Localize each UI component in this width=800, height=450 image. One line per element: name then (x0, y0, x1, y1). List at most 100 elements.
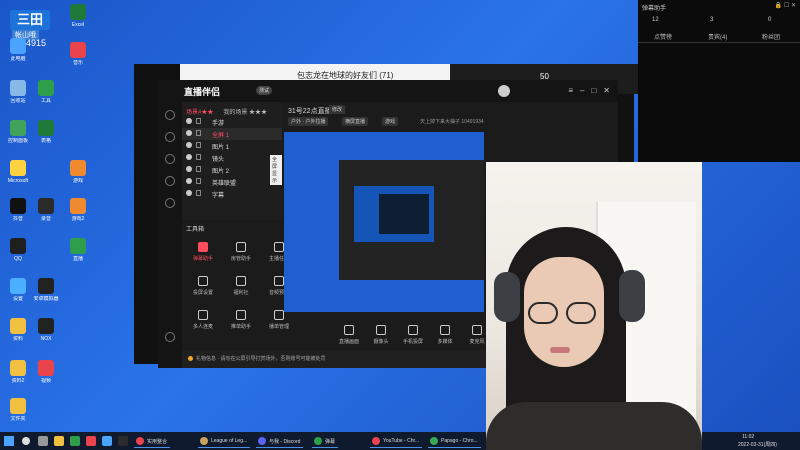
tool-button[interactable]: 投屏设置 (188, 276, 218, 296)
taskbar-item-label: League of Leg... (211, 438, 248, 444)
tab-scene-2[interactable]: 我的场景 ★★★ (223, 107, 267, 116)
taskbar-item[interactable]: YouTube - Chr... (370, 435, 423, 448)
desktop-icon[interactable]: 表格 (32, 120, 60, 144)
desktop-icon[interactable]: 抖音 (4, 198, 32, 222)
desktop-icon[interactable]: 资料 (4, 318, 32, 342)
tool-icon (274, 276, 284, 286)
source-row[interactable]: 英雄联盟 (182, 176, 282, 188)
close-icon[interactable]: ✕ (603, 86, 610, 95)
bottom-tool-button[interactable]: 手机投屏 (402, 325, 424, 345)
eye-icon[interactable] (186, 190, 192, 196)
eye-icon[interactable] (186, 154, 192, 160)
minimize-icon[interactable]: – (580, 86, 584, 95)
desktop-icon[interactable]: 视频 (32, 360, 60, 384)
taskbar-item[interactable]: 实用整合 (134, 435, 171, 448)
source-row[interactable]: 镜头 (182, 152, 282, 164)
panel-controls[interactable]: 🔒 ☐ ✕ (775, 2, 796, 9)
desktop-icon[interactable]: 此电脑 (4, 38, 32, 62)
source-row[interactable]: 图片 2 (182, 164, 282, 176)
category-pill[interactable]: 户外 · 户外拉播 (288, 117, 329, 126)
tab-fans[interactable]: 粉丝团 (762, 32, 780, 41)
app-icon (10, 160, 26, 176)
taskbar-item[interactable]: 与我 - Discord (256, 435, 304, 448)
eye-icon[interactable] (186, 178, 192, 184)
tool-button[interactable]: 福利社 (226, 276, 256, 296)
app2-icon[interactable] (86, 436, 96, 446)
maximize-icon[interactable]: □ (591, 86, 596, 95)
avatar[interactable] (498, 85, 510, 97)
lock-icon[interactable] (196, 130, 201, 136)
lock-icon[interactable] (196, 154, 201, 160)
mode-pill[interactable]: 横屏直播 (342, 117, 369, 126)
bottom-tool-icon (472, 325, 482, 335)
taskbar-item[interactable]: 弹幕 (312, 435, 339, 448)
gift-icon[interactable] (165, 154, 175, 164)
desktop-icon[interactable]: 安卓模拟器 (32, 278, 60, 302)
bottom-tool-button[interactable]: 直播画面 (338, 325, 360, 345)
search-icon[interactable] (22, 437, 30, 445)
lock-icon[interactable] (196, 166, 201, 172)
eye-icon[interactable] (186, 130, 192, 136)
clock-date[interactable]: 2022-03-31(周四) (738, 441, 777, 448)
chart-icon[interactable] (165, 176, 175, 186)
taskbar-item[interactable]: Papago - Chro... (428, 435, 481, 448)
tool-button[interactable]: 弹幕助手 (188, 242, 218, 262)
tab-scene-1[interactable]: 场景#★★ (186, 107, 213, 116)
lock-icon[interactable] (196, 190, 201, 196)
taskbar-item[interactable]: League of Leg... (198, 435, 251, 448)
app-icon (38, 278, 54, 294)
tab-likes[interactable]: 点赞榜 (654, 32, 672, 41)
notice-text: 礼物信息 · 请勿在公屏引导打赏场外，否则账号可能被处罚 (196, 356, 326, 362)
desktop-icon[interactable]: 录音 (32, 198, 60, 222)
source-row[interactable]: 字幕 (182, 188, 282, 200)
desktop-icon[interactable]: 设置 (4, 278, 32, 302)
lock-icon[interactable] (196, 118, 201, 124)
desktop-icon[interactable]: 文件夹 (4, 398, 32, 422)
app-icon[interactable] (70, 436, 80, 446)
desktop-icon[interactable]: 回收站 (4, 80, 32, 104)
app4-icon[interactable] (118, 436, 128, 446)
settings-icon[interactable] (165, 198, 175, 208)
source-row[interactable]: 全屏 1 (182, 128, 282, 140)
tab-vip[interactable]: 贵宾(4) (708, 32, 727, 41)
desktop-icon[interactable]: 直播 (64, 238, 92, 262)
app3-icon[interactable] (102, 436, 112, 446)
desktop-icon[interactable]: QQ (4, 238, 32, 262)
edit-button[interactable]: 修改 (329, 105, 346, 114)
menu-icon[interactable]: ≡ (568, 86, 573, 95)
bottom-tool-button[interactable]: 多媒体 (434, 325, 456, 345)
bottom-toolbar: 直播画面 摄像头 手机投屏 多媒体 麦克风 (338, 325, 488, 345)
user-icon[interactable] (165, 132, 175, 142)
tool-button[interactable]: 多人连麦 (188, 310, 218, 330)
clock-time[interactable]: 11:02 (742, 434, 754, 440)
task-view-icon[interactable] (38, 436, 48, 446)
lock-icon[interactable] (196, 178, 201, 184)
desktop-icon[interactable]: NOX (32, 318, 60, 342)
desktop-icon[interactable]: Microsoft (4, 160, 32, 184)
explorer-icon[interactable] (54, 436, 64, 446)
desktop-icon[interactable]: 游戏2 (64, 198, 92, 222)
desktop-icon[interactable]: 音乐 (64, 42, 92, 66)
desktop-icon[interactable]: Excel (64, 4, 92, 28)
bottom-tool-button[interactable]: 摄像头 (370, 325, 392, 345)
desktop-icon[interactable]: 游戏 (64, 160, 92, 184)
tool-button[interactable]: 播单管理 (264, 310, 294, 330)
start-icon[interactable] (4, 436, 14, 446)
eye-icon[interactable] (186, 118, 192, 124)
bottom-tool-button[interactable]: 麦克风 (466, 325, 488, 345)
source-row[interactable]: 手游 (182, 116, 282, 128)
eye-icon[interactable] (186, 142, 192, 148)
lock-icon[interactable] (196, 142, 201, 148)
eye-icon[interactable] (186, 166, 192, 172)
desktop-icon[interactable]: 资料2 (4, 360, 32, 384)
taskbar: 实用整合 League of Leg... 与我 - Discord 弹幕 YouTub… (0, 432, 486, 450)
source-row[interactable]: 图片 1 (182, 140, 282, 152)
desktop-icon[interactable]: 工具 (32, 80, 60, 104)
home-icon[interactable] (165, 110, 175, 120)
game-pill[interactable]: 游戏 (382, 117, 399, 126)
tool-button[interactable]: 推单助手 (226, 310, 256, 330)
tool-button[interactable]: 房管助手 (226, 242, 256, 262)
desktop-icon[interactable]: 控制面板 (4, 120, 32, 144)
help-icon[interactable] (165, 332, 175, 342)
stream-preview[interactable] (284, 132, 484, 312)
